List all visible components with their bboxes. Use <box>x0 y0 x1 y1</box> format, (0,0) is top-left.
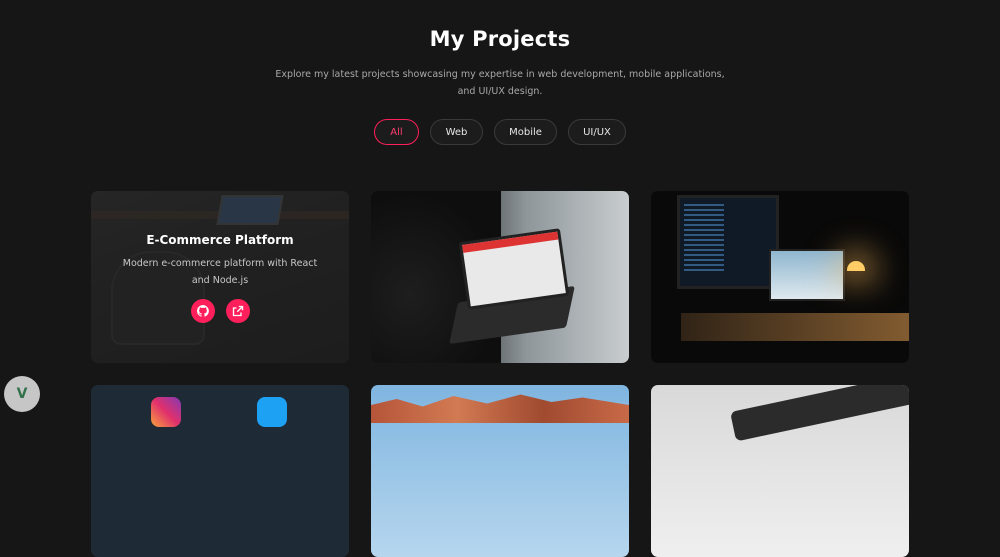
project-card-image[interactable] <box>371 385 629 557</box>
card-image-detail <box>458 228 570 310</box>
filter-all-button[interactable]: All <box>374 119 419 145</box>
twitter-icon <box>257 397 287 427</box>
filter-uiux-button[interactable]: UI/UX <box>568 119 626 145</box>
external-link-button[interactable] <box>225 299 250 323</box>
project-title: E-Commerce Platform <box>146 233 294 247</box>
project-links <box>91 299 349 323</box>
card-image-detail <box>681 313 909 341</box>
card-image-detail <box>677 195 779 289</box>
filter-web-button[interactable]: Web <box>430 119 483 145</box>
section-subtitle: Explore my latest projects showcasing my… <box>275 69 725 97</box>
section-title: My Projects <box>429 27 571 51</box>
card-image-detail <box>847 261 865 271</box>
filter-mobile-button[interactable]: Mobile <box>494 119 557 145</box>
project-description: Modern e-commerce platform with React an… <box>122 258 318 286</box>
filter-tabs: All Web Mobile UI/UX <box>0 119 1000 145</box>
project-card-image[interactable] <box>651 385 909 557</box>
project-card-ecommerce[interactable]: E-Commerce Platform Modern e-commerce pl… <box>91 191 349 363</box>
v-logo-icon[interactable]: V <box>4 376 40 412</box>
project-card-image[interactable] <box>371 191 629 363</box>
github-link-button[interactable] <box>190 299 215 323</box>
card-image-detail <box>769 249 845 301</box>
project-card-image[interactable] <box>91 385 349 557</box>
project-card-image[interactable] <box>651 191 909 363</box>
badge-text: V <box>16 386 28 402</box>
instagram-icon <box>151 397 181 427</box>
github-icon <box>196 305 209 317</box>
external-link-icon <box>232 305 243 317</box>
card-image-detail <box>730 385 909 442</box>
